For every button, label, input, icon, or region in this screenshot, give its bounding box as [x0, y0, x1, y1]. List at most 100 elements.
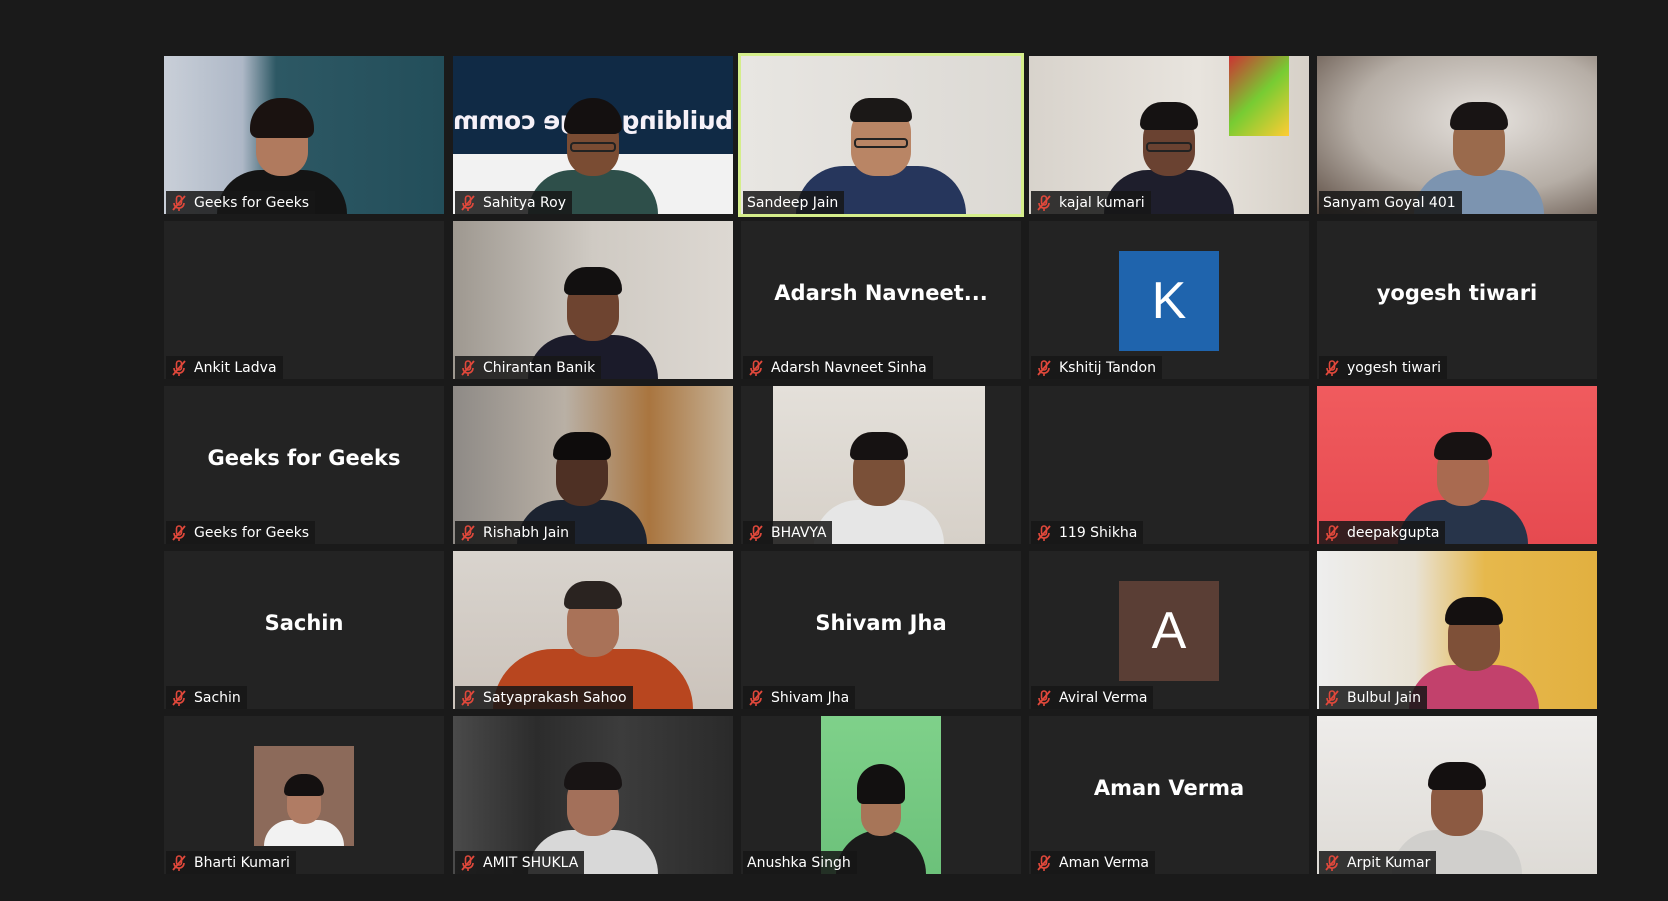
- participant-name-label: BHAVYA: [743, 521, 833, 544]
- muted-mic-icon: [459, 854, 477, 872]
- participant-name: kajal kumari: [1059, 194, 1145, 211]
- participant-name-label: yogesh tiwari: [1319, 356, 1448, 379]
- avatar: A: [1119, 581, 1219, 681]
- muted-mic-icon: [747, 689, 765, 707]
- muted-mic-icon: [170, 524, 188, 542]
- participant-tile[interactable]: Shivam Jha Shivam Jha: [741, 551, 1021, 709]
- participant-name-label: Aviral Verma: [1031, 686, 1154, 709]
- participant-tile[interactable]: Satyaprakash Sahoo: [453, 551, 733, 709]
- muted-mic-icon: [459, 524, 477, 542]
- participant-name: AMIT SHUKLA: [483, 854, 579, 871]
- participant-tile[interactable]: AMIT SHUKLA: [453, 716, 733, 874]
- participant-name: Chirantan Banik: [483, 359, 596, 376]
- participant-name: Satyaprakash Sahoo: [483, 689, 627, 706]
- participant-name: Bulbul Jain: [1347, 689, 1421, 706]
- muted-mic-icon: [1035, 689, 1053, 707]
- display-name: Geeks for Geeks: [207, 446, 401, 470]
- participant-name-label: Sanyam Goyal 401: [1319, 191, 1462, 214]
- participant-name: Bharti Kumari: [194, 854, 290, 871]
- display-name: Sachin: [264, 611, 344, 635]
- display-name: Aman Verma: [1093, 776, 1245, 800]
- muted-mic-icon: [1035, 524, 1053, 542]
- participant-name: Shivam Jha: [771, 689, 850, 706]
- muted-mic-icon: [170, 854, 188, 872]
- participant-tile-active-speaker[interactable]: Sandeep Jain: [738, 53, 1024, 217]
- participant-name-label: Rishabh Jain: [455, 521, 576, 544]
- participant-name: Geeks for Geeks: [194, 524, 310, 541]
- participant-tile[interactable]: kajal kumari: [1029, 56, 1309, 214]
- participant-name-label: Bharti Kumari: [166, 851, 296, 874]
- participant-tile[interactable]: Arpit Kumar: [1317, 716, 1597, 874]
- participant-name-label: Satyaprakash Sahoo: [455, 686, 633, 709]
- participant-name: deepakgupta: [1347, 524, 1440, 541]
- muted-mic-icon: [747, 524, 765, 542]
- participant-tile[interactable]: building large community Sahitya Roy: [453, 56, 733, 214]
- muted-mic-icon: [747, 359, 765, 377]
- participant-name: Aviral Verma: [1059, 689, 1148, 706]
- participant-name: yogesh tiwari: [1347, 359, 1442, 376]
- participant-name-label: AMIT SHUKLA: [455, 851, 585, 874]
- participant-name-label: Arpit Kumar: [1319, 851, 1437, 874]
- participant-name: Sandeep Jain: [747, 194, 839, 211]
- participant-name: Sahitya Roy: [483, 194, 566, 211]
- participant-tile[interactable]: Bharti Kumari: [164, 716, 444, 874]
- muted-mic-icon: [459, 689, 477, 707]
- participant-tile[interactable]: Sanyam Goyal 401: [1317, 56, 1597, 214]
- participant-tile[interactable]: Geeks for Geeks Geeks for Geeks: [164, 386, 444, 544]
- participant-name: Aman Verma: [1059, 854, 1149, 871]
- participant-tile[interactable]: 119 Shikha: [1029, 386, 1309, 544]
- participant-name: Anushka Singh: [747, 854, 851, 871]
- participant-name: Sachin: [194, 689, 241, 706]
- participant-tile[interactable]: Bulbul Jain: [1317, 551, 1597, 709]
- participant-name-label: Shivam Jha: [743, 686, 856, 709]
- muted-mic-icon: [170, 689, 188, 707]
- participant-tile[interactable]: A Aviral Verma: [1029, 551, 1309, 709]
- muted-mic-icon: [459, 194, 477, 212]
- participant-tile[interactable]: yogesh tiwari yogesh tiwari: [1317, 221, 1597, 379]
- participant-name: Sanyam Goyal 401: [1323, 194, 1456, 211]
- muted-mic-icon: [1035, 359, 1053, 377]
- participant-tile[interactable]: K Kshitij Tandon: [1029, 221, 1309, 379]
- muted-mic-icon: [1323, 359, 1341, 377]
- muted-mic-icon: [170, 359, 188, 377]
- participant-tile[interactable]: deepakgupta: [1317, 386, 1597, 544]
- participant-name: Rishabh Jain: [483, 524, 570, 541]
- muted-mic-icon: [1035, 194, 1053, 212]
- participant-name-label: Geeks for Geeks: [166, 191, 316, 214]
- participant-name-label: kajal kumari: [1031, 191, 1151, 214]
- participant-name-label: Sandeep Jain: [743, 191, 845, 214]
- participant-name-label: 119 Shikha: [1031, 521, 1144, 544]
- muted-mic-icon: [1323, 689, 1341, 707]
- muted-mic-icon: [1323, 854, 1341, 872]
- muted-mic-icon: [459, 359, 477, 377]
- participant-name: 119 Shikha: [1059, 524, 1138, 541]
- participant-name-label: Kshitij Tandon: [1031, 356, 1162, 379]
- display-name: Adarsh Navneet...: [774, 281, 988, 305]
- display-name: yogesh tiwari: [1376, 281, 1538, 305]
- participant-tile[interactable]: Aman Verma Aman Verma: [1029, 716, 1309, 874]
- participant-name: Kshitij Tandon: [1059, 359, 1156, 376]
- participant-tile[interactable]: Geeks for Geeks: [164, 56, 444, 214]
- participant-name-label: Ankit Ladva: [166, 356, 283, 379]
- participant-name-label: Chirantan Banik: [455, 356, 602, 379]
- participant-name: Ankit Ladva: [194, 359, 277, 376]
- participant-name: Geeks for Geeks: [194, 194, 310, 211]
- participant-tile[interactable]: Rishabh Jain: [453, 386, 733, 544]
- participant-tile[interactable]: Adarsh Navneet... Adarsh Navneet Sinha: [741, 221, 1021, 379]
- participant-name-label: deepakgupta: [1319, 521, 1446, 544]
- participant-name: Adarsh Navneet Sinha: [771, 359, 927, 376]
- muted-mic-icon: [1035, 854, 1053, 872]
- participant-name-label: Aman Verma: [1031, 851, 1155, 874]
- participant-tile[interactable]: BHAVYA: [741, 386, 1021, 544]
- participant-name-label: Geeks for Geeks: [166, 521, 316, 544]
- participant-tile[interactable]: Ankit Ladva: [164, 221, 444, 379]
- participant-name-label: Sahitya Roy: [455, 191, 572, 214]
- participant-name-label: Sachin: [166, 686, 247, 709]
- participant-name-label: Anushka Singh: [743, 851, 857, 874]
- participant-tile[interactable]: Sachin Sachin: [164, 551, 444, 709]
- participant-tile[interactable]: Anushka Singh: [741, 716, 1021, 874]
- muted-mic-icon: [170, 194, 188, 212]
- muted-mic-icon: [1323, 524, 1341, 542]
- participant-tile[interactable]: Chirantan Banik: [453, 221, 733, 379]
- display-name: Shivam Jha: [815, 611, 947, 635]
